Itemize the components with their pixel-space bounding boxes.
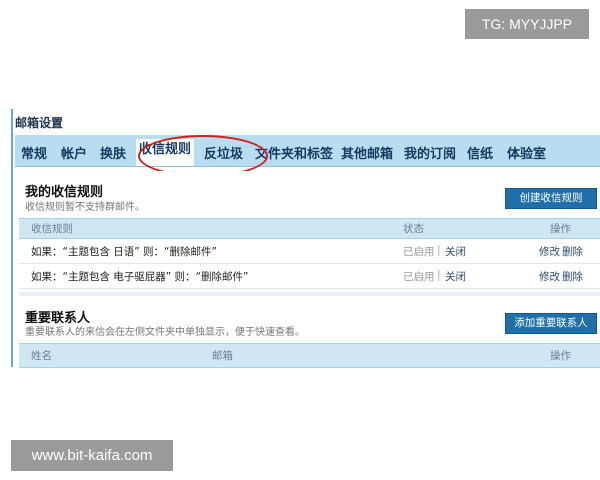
tab-anti-spam[interactable]: 反垃圾 [204,143,243,162]
add-contact-button[interactable]: 添加重要联系人 [505,313,597,334]
rules-col-status: 状态 [403,223,424,235]
tab-other-mailbox[interactable]: 其他邮箱 [341,143,393,162]
rules-section-desc: 收信规则暂不支持群邮件。 [25,202,145,213]
rule-edit-link[interactable]: 修改 [539,269,560,284]
watermark-site: www.bit-kaifa.com [11,440,173,471]
rule-delete-link[interactable]: 删除 [562,244,583,259]
contacts-col-action: 操作 [550,350,571,362]
rule-disable-link[interactable]: 关闭 [445,269,466,284]
rule-text: 如果：“主题包含 电子驱屁器” 则：“删除邮件” [31,271,249,283]
table-row: 如果：“主题包含 电子驱屁器” 则：“删除邮件” 已启用 | 关闭 修改 删除 [19,264,600,289]
settings-tab-bar: 常规 帐户 换肤 收信规则 反垃圾 文件夹和标签 其他邮箱 我的订阅 信纸 体验… [15,135,600,167]
rules-col-rule: 收信规则 [31,223,73,235]
watermark-tg: TG: MYYJJPP [465,9,589,39]
settings-panel: 我的收信规则 收信规则暂不支持群邮件。 创建收信规则 收信规则 状态 操作 如果… [17,171,600,368]
rules-col-action: 操作 [550,223,571,235]
table-row: 如果：“主题包含 日语” 则：“删除邮件” 已启用 | 关闭 修改 删除 [19,239,600,264]
page-title: 邮箱设置 [15,116,64,130]
rule-delete-link[interactable]: 删除 [562,269,583,284]
create-rule-button[interactable]: 创建收信规则 [505,188,597,209]
tab-skin[interactable]: 换肤 [100,143,126,162]
mail-settings-window: 邮箱设置 常规 帐户 换肤 收信规则 反垃圾 文件夹和标签 其他邮箱 我的订阅 … [11,109,600,368]
contacts-col-email: 邮箱 [212,350,233,362]
rule-text: 如果：“主题包含 日语” 则：“删除邮件” [31,246,217,258]
tab-account[interactable]: 帐户 [61,143,87,162]
tab-inbox-rules[interactable]: 收信规则 [136,139,195,166]
contacts-table-header: 姓名 邮箱 操作 [19,343,600,368]
separator: | [437,269,441,281]
rule-status: 已启用 [403,271,435,283]
tab-general[interactable]: 常规 [21,143,47,162]
rule-status: 已启用 [403,246,435,258]
rule-disable-link[interactable]: 关闭 [445,244,466,259]
tab-folders-labels[interactable]: 文件夹和标签 [255,143,333,162]
rules-table-header: 收信规则 状态 操作 [19,218,600,239]
contacts-section-desc: 重要联系人的来信会在左侧文件夹中单独显示，便于快速查看。 [25,327,305,338]
rule-edit-link[interactable]: 修改 [539,244,560,259]
tab-stationery[interactable]: 信纸 [467,143,493,162]
tab-lab[interactable]: 体验室 [507,143,546,162]
section-divider [19,292,600,296]
tab-subscriptions[interactable]: 我的订阅 [404,143,456,162]
contacts-col-name: 姓名 [31,350,52,362]
separator: | [437,244,441,256]
